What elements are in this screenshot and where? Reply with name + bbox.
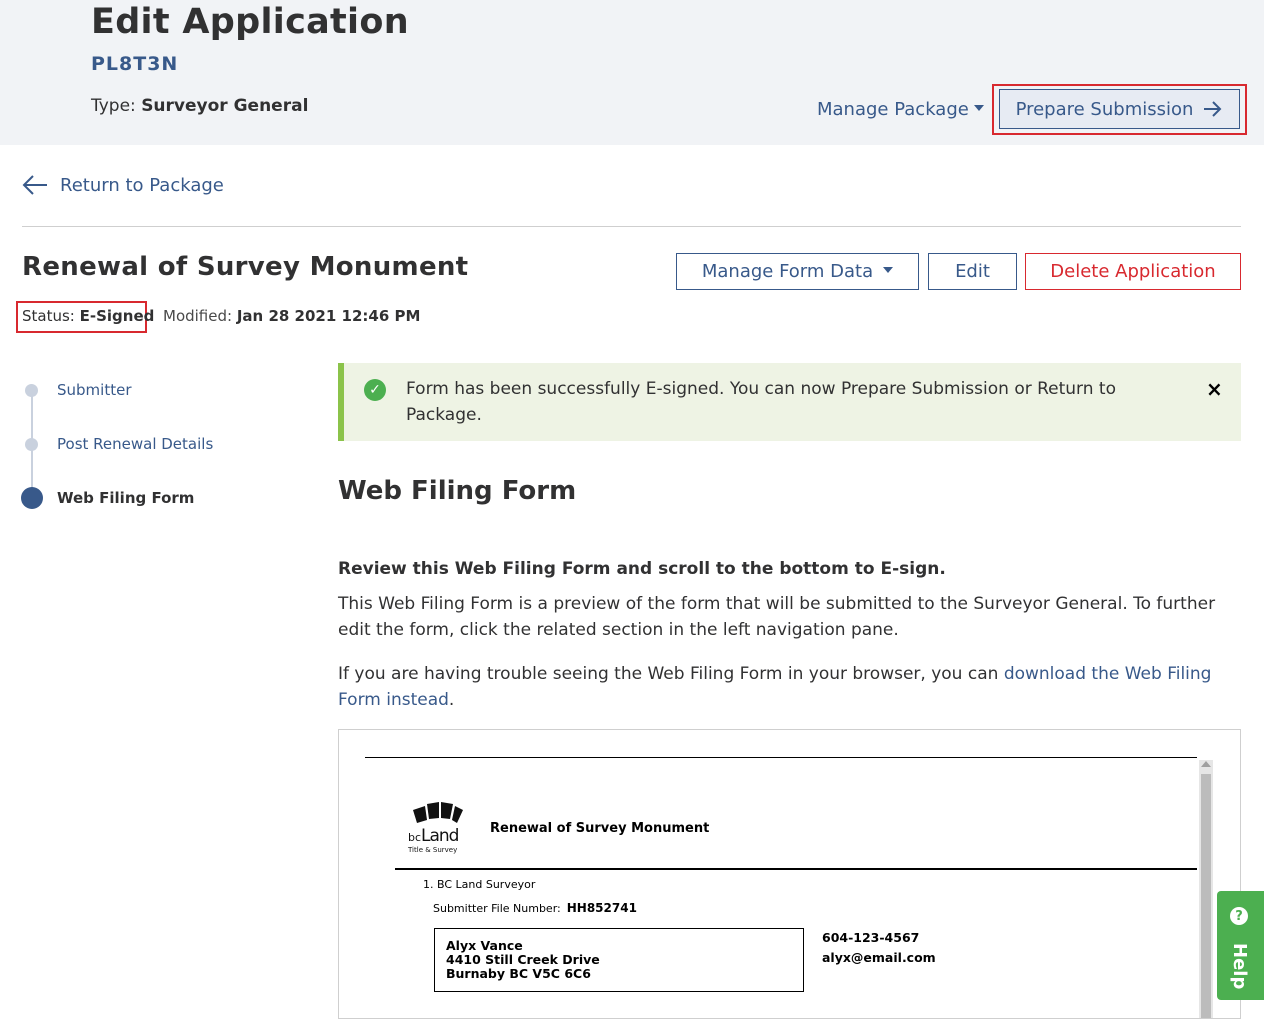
preview-address-box: Alyx Vance 4410 Still Creek Drive Burnab… [434, 928, 804, 992]
modified-label: Modified: [163, 307, 233, 325]
edit-label: Edit [955, 261, 990, 282]
sfn-value: HH852741 [566, 901, 637, 915]
logo-land: Land [421, 826, 459, 846]
manage-form-data-label: Manage Form Data [701, 261, 874, 282]
app-header: Edit Application PL8T3N Type: Surveyor G… [0, 0, 1264, 145]
type-value: Surveyor General [141, 96, 309, 116]
arrow-left-icon [22, 175, 47, 195]
step-submitter[interactable]: Submitter [57, 381, 132, 399]
delete-application-button[interactable]: Delete Application [1025, 253, 1241, 290]
step-post-renewal-details[interactable]: Post Renewal Details [57, 435, 213, 453]
description-paragraph: This Web Filing Form is a preview of the… [338, 594, 1216, 640]
check-circle-icon: ✓ [364, 379, 386, 401]
caret-down-icon [883, 266, 894, 273]
prepare-submission-button[interactable]: Prepare Submission [999, 89, 1240, 129]
preview-rule [395, 868, 1197, 870]
download-prefix: If you are having trouble seeing the Web… [338, 664, 1004, 684]
status-label: Status: [22, 307, 75, 325]
step-dot [25, 438, 38, 451]
step-web-filing-form[interactable]: Web Filing Form [57, 489, 194, 507]
close-icon[interactable]: × [1206, 377, 1223, 401]
preview-submitter-file-number: Submitter File Number: HH852741 [433, 901, 637, 915]
manage-package-label: Manage Package [817, 99, 969, 120]
logo-bc: bc [408, 831, 421, 844]
logo-subtitle: Title & Survey [407, 846, 457, 854]
return-to-package-link[interactable]: Return to Package [22, 174, 224, 196]
manage-package-dropdown[interactable]: Manage Package [817, 99, 984, 120]
scroll-up-arrow-icon[interactable] [1201, 761, 1211, 767]
preview-section-label: 1. BC Land Surveyor [423, 878, 536, 891]
help-question-icon: ? [1230, 907, 1248, 925]
address-line: 4410 Still Creek Drive [446, 952, 600, 967]
download-suffix: . [448, 690, 455, 710]
sfn-label: Submitter File Number: [433, 902, 561, 915]
preview-scrollbar-thumb[interactable] [1201, 774, 1211, 1018]
edit-button[interactable]: Edit [928, 253, 1017, 290]
application-code: PL8T3N [91, 53, 179, 75]
return-label: Return to Package [60, 174, 224, 196]
application-type: Type: Surveyor General [91, 96, 308, 116]
status: Status: E-Signed [22, 307, 154, 325]
address-line: Burnaby BC V5C 6C6 [446, 966, 591, 981]
modified-value: Jan 28 2021 12:46 PM [236, 307, 421, 325]
form-title: Renewal of Survey Monument [22, 252, 469, 282]
preview-form-title: Renewal of Survey Monument [490, 821, 710, 836]
help-tab[interactable]: ? Help [1217, 891, 1264, 1000]
preview-top-rule [365, 757, 1197, 758]
page-title: Edit Application [91, 2, 409, 42]
alert-message: Form has been successfully E-signed. You… [406, 379, 1116, 425]
delete-label: Delete Application [1050, 261, 1216, 282]
arrow-right-icon [1204, 101, 1222, 117]
manage-form-data-button[interactable]: Manage Form Data [676, 253, 919, 290]
modified-info: Modified: Jan 28 2021 12:46 PM [163, 307, 420, 325]
prepare-submission-label: Prepare Submission [1015, 98, 1194, 120]
help-label: Help [1229, 943, 1250, 990]
web-filing-form-preview[interactable]: bc Land Title & Survey Renewal of Survey… [338, 729, 1241, 1019]
section-title: Web Filing Form [338, 476, 577, 506]
preview-email: alyx@email.com [822, 950, 936, 965]
caret-down-icon [973, 105, 984, 111]
preview-phone: 604-123-4567 [822, 930, 920, 945]
review-heading: Review this Web Filing Form and scroll t… [338, 559, 946, 579]
step-dot-active [21, 487, 43, 509]
address-line: Alyx Vance [446, 938, 523, 953]
status-badge: E-Signed [79, 307, 155, 325]
step-dot [25, 384, 38, 397]
bc-land-title-survey-logo: bc Land Title & Survey [407, 802, 463, 854]
divider [22, 226, 1241, 227]
download-paragraph: If you are having trouble seeing the Web… [338, 661, 1241, 713]
type-label: Type: [91, 96, 136, 116]
success-alert: ✓ Form has been successfully E-signed. Y… [338, 363, 1241, 441]
